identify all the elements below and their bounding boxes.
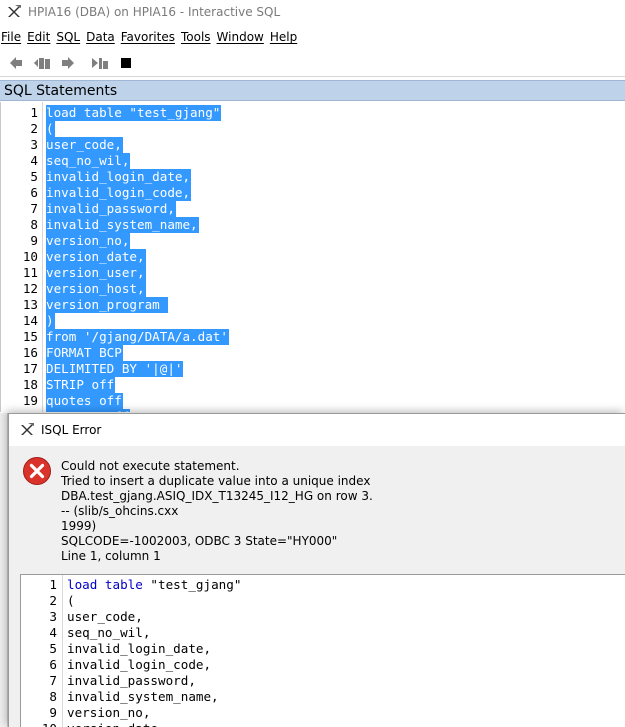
error-icon xyxy=(23,457,51,485)
menu-sql[interactable]: SQL xyxy=(56,30,84,44)
code-text: from '/gjang/DATA/a.dat' xyxy=(46,329,229,345)
menu-favorites[interactable]: Favorites xyxy=(121,30,179,44)
code-text: ) xyxy=(46,313,55,329)
isql-app-icon xyxy=(8,5,21,17)
history-icon xyxy=(34,57,50,69)
stop-icon xyxy=(121,57,131,68)
menu-bar: File Edit SQL Data Favorites Tools Windo… xyxy=(0,27,625,47)
forward-arrow-icon xyxy=(62,56,74,69)
code-text: invalid_password, xyxy=(67,673,196,688)
dialog-titlebar[interactable]: ISQL Error xyxy=(9,414,625,446)
sql-keyword: load table xyxy=(67,577,143,592)
line-number: 12 xyxy=(22,281,38,296)
line-number: 2 xyxy=(49,593,57,608)
code-text: quotes off xyxy=(46,393,123,409)
line-number: 14 xyxy=(22,313,38,328)
line-number: 10 xyxy=(22,249,38,264)
line-number: 9 xyxy=(49,705,57,720)
code-text: ( xyxy=(67,593,75,608)
dialog-title: ISQL Error xyxy=(41,423,102,437)
code-text: invalid_login_date, xyxy=(46,169,192,185)
line-number: 3 xyxy=(49,609,57,624)
line-number: 1 xyxy=(30,105,38,120)
code-text: escapes off xyxy=(46,409,131,412)
line-number: 8 xyxy=(49,689,57,704)
line-number: 18 xyxy=(22,377,38,392)
line-number: 1 xyxy=(49,577,57,592)
menu-edit[interactable]: Edit xyxy=(27,30,54,44)
stop-button[interactable] xyxy=(114,51,138,75)
code-text: invalid_system_name, xyxy=(46,217,199,233)
isql-error-dialog: ISQL Error Could not execute statement. … xyxy=(8,413,625,727)
line-number: 17 xyxy=(22,361,38,376)
line-number: 6 xyxy=(30,185,38,200)
code-text: invalid_system_name, xyxy=(67,689,219,704)
code-text: invalid_login_code, xyxy=(46,185,192,201)
sql-editor[interactable]: 1 load table "test_gjang" 2 (3 user_code, 4 se… xyxy=(0,102,625,412)
line-number-gutter xyxy=(62,575,63,727)
back-button[interactable] xyxy=(4,51,28,75)
error-statement-viewer[interactable]: 1 load table "test_gjang" 2 (3 user_code, 4 se… xyxy=(20,574,625,727)
code-text: version_program xyxy=(46,297,169,313)
line-number: 5 xyxy=(30,169,38,184)
line-number: 19 xyxy=(22,393,38,408)
code-text: ( xyxy=(46,121,55,137)
line-number-gutter xyxy=(42,102,43,412)
line-number: 6 xyxy=(49,657,57,672)
code-text: invalid_login_date, xyxy=(67,641,212,656)
menu-tools[interactable]: Tools xyxy=(181,30,215,44)
line-number: 7 xyxy=(49,673,57,688)
toolbar xyxy=(0,49,625,77)
sql-statements-header: SQL Statements xyxy=(0,80,625,101)
line-number: 15 xyxy=(22,329,38,344)
history-button[interactable] xyxy=(30,51,54,75)
code-text: seq_no_wil, xyxy=(46,153,131,169)
line-number: 3 xyxy=(30,137,38,152)
line-number: 2 xyxy=(30,121,38,136)
code-text: seq_no_wil, xyxy=(67,625,151,640)
isql-app-icon xyxy=(21,423,34,435)
execute-icon xyxy=(92,57,108,69)
line-number: 20 xyxy=(1,409,38,412)
line-number: 16 xyxy=(22,345,38,360)
window-title: HPIA16 (DBA) on HPIA16 - Interactive SQL xyxy=(28,5,281,19)
line-number: 7 xyxy=(30,201,38,216)
menu-window[interactable]: Window xyxy=(217,30,268,44)
code-text: user_code, xyxy=(46,137,123,153)
error-message: Could not execute statement. Tried to in… xyxy=(61,459,373,563)
editor-left-strip xyxy=(0,413,8,727)
back-arrow-icon xyxy=(10,56,22,69)
line-number: 11 xyxy=(22,265,38,280)
code-text: load table "test_gjang" xyxy=(67,577,242,592)
line-number: 5 xyxy=(49,641,57,656)
line-number: 4 xyxy=(30,153,38,168)
line-number: 4 xyxy=(49,625,57,640)
line-number: 10 xyxy=(21,721,57,727)
code-text: invalid_login_code, xyxy=(67,657,212,672)
code-text: version_no, xyxy=(46,233,131,249)
code-text: STRIP off xyxy=(46,377,116,393)
forward-button[interactable] xyxy=(56,51,80,75)
code-text: version_user, xyxy=(46,265,146,281)
code-text: version_host, xyxy=(46,281,146,297)
code-text: user_code, xyxy=(67,609,143,624)
code-text: load table "test_gjang" xyxy=(46,105,222,121)
line-number: 8 xyxy=(30,217,38,232)
menu-data[interactable]: Data xyxy=(86,30,119,44)
line-number: 13 xyxy=(22,297,38,312)
code-text: invalid_password, xyxy=(46,201,176,217)
code-text: DELIMITED BY '|@|' xyxy=(46,361,184,377)
line-number: 9 xyxy=(30,233,38,248)
window-titlebar: HPIA16 (DBA) on HPIA16 - Interactive SQL xyxy=(0,0,625,24)
menu-file[interactable]: File xyxy=(1,30,25,44)
code-text: FORMAT BCP xyxy=(46,345,123,361)
code-text: version_date, xyxy=(67,721,166,727)
menu-help[interactable]: Help xyxy=(270,30,301,44)
code-text: version_no, xyxy=(67,705,151,720)
code-text: version_date, xyxy=(46,249,146,265)
execute-button[interactable] xyxy=(88,51,112,75)
